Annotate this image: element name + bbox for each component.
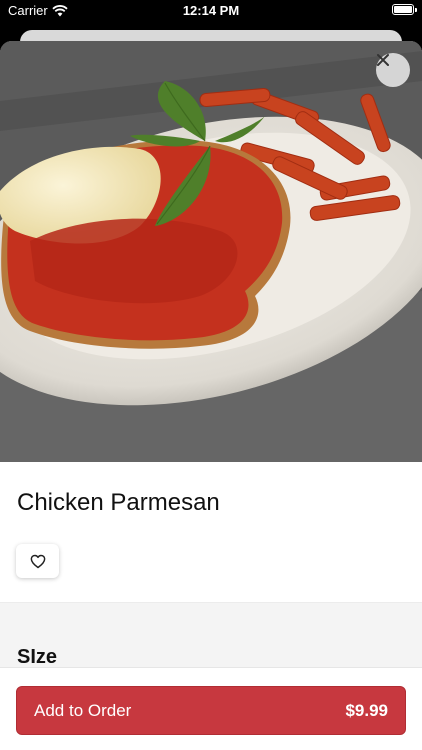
item-detail-sheet: Chicken Parmesan SIze Add to Order $9.99 (0, 41, 422, 750)
options-section (0, 602, 422, 672)
status-bar: Carrier 12:14 PM (0, 0, 422, 22)
food-photo-illustration (0, 41, 422, 462)
close-button[interactable] (376, 53, 410, 87)
heart-icon (30, 554, 45, 568)
add-to-order-button[interactable]: Add to Order $9.99 (16, 686, 406, 735)
order-bar: Add to Order $9.99 (0, 667, 422, 750)
clock: 12:14 PM (182, 3, 240, 18)
close-icon (377, 54, 389, 66)
size-heading: SIze (17, 646, 58, 668)
food-photo (0, 41, 422, 462)
item-title: Chicken Parmesan (17, 489, 220, 516)
battery-icon (392, 4, 417, 15)
order-price: $9.99 (345, 700, 388, 720)
favorite-button[interactable] (16, 544, 59, 578)
add-to-order-label: Add to Order (34, 700, 132, 720)
